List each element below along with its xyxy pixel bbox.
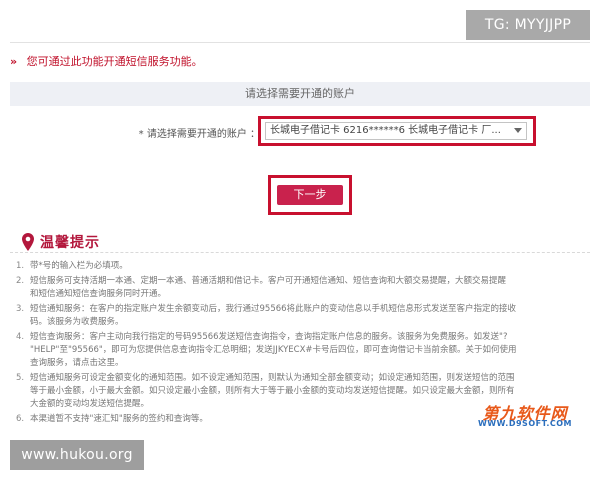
tip-text-line: 查询服务，请点击这里。 — [30, 358, 124, 368]
account-select-value: 长城电子借记卡 6216******6 长城电子借记卡 厂... — [270, 125, 501, 136]
tip-number: 6. — [16, 414, 25, 424]
site-watermark: www.hukou.org — [10, 440, 144, 470]
chevron-down-icon[interactable] — [514, 128, 522, 133]
next-step-button[interactable]: 下一步 — [277, 185, 343, 205]
account-selection-panel: 请选择需要开通的账户 * 请选择需要开通的账户 ： 长城电子借记卡 6216**… — [10, 82, 590, 157]
account-select-highlight: 长城电子借记卡 6216******6 长城电子借记卡 厂... — [258, 116, 536, 146]
tip-text-line: 和短信通知短信查询服务同时开通。 — [30, 289, 167, 299]
account-select-row: * 请选择需要开通的账户 ： 长城电子借记卡 6216******6 长城电子借… — [10, 116, 590, 146]
tips-header: 温馨提示 — [22, 232, 590, 254]
location-pin-icon — [22, 233, 34, 251]
site-logo: 第九软件网 WWW.D9SOFT.COM — [472, 400, 578, 430]
tg-watermark: TG: MYYJJPP — [466, 10, 590, 40]
tip-number: 3. — [16, 304, 25, 314]
tips-title: 温馨提示 — [40, 235, 100, 251]
service-notice: » 您可通过此功能开通短信服务功能。 — [10, 53, 203, 69]
tip-text-line: 短信通知服务：在客户的指定账户发生余额变动后，我行通过95566将此账户的变动信… — [30, 304, 517, 314]
tip-item: 1. 带*号的输入栏为必填项。 — [16, 260, 590, 273]
account-field-label: * 请选择需要开通的账户 ： — [138, 129, 260, 140]
notice-text: 您可通过此功能开通短信服务功能。 — [26, 55, 203, 68]
tip-item: 2. 短信服务可支持活期一本通、定期一本通、普通活期和借记卡。客户可开通短信通知、… — [16, 275, 590, 301]
tip-text-line: 短信通知服务可设定金额变化的通知范围。如不设定通知范围，则默认为通知全部金额变动… — [30, 373, 515, 383]
tip-text-line: 码。该服务为收费服务。 — [30, 317, 124, 327]
tip-item: 4. 短信查询服务：客户主动向我行指定的号码95566发送短信查询指令，查询指定账… — [16, 331, 590, 370]
tip-number: 4. — [16, 332, 25, 342]
tips-divider — [10, 252, 590, 253]
tip-item: 3. 短信通知服务：在客户的指定账户发生余额变动后，我行通过95566将此账户的变… — [16, 303, 590, 329]
tip-text-line: 带*号的输入栏为必填项。 — [30, 261, 128, 271]
notice-marker-icon: » — [10, 55, 18, 68]
tip-text-line: 等于最小金额，小于最大金额。如只设定最小金额，则所有大于等于最小金额的变动均发送… — [30, 386, 515, 396]
tip-number: 2. — [16, 276, 25, 286]
account-panel-header: 请选择需要开通的账户 — [10, 82, 590, 106]
tip-number: 1. — [16, 261, 25, 271]
top-divider — [10, 42, 590, 43]
tip-text-line: 短信查询服务：客户主动向我行指定的号码95566发送短信查询指令，查询指定账户信… — [30, 332, 508, 342]
tip-number: 5. — [16, 373, 25, 383]
next-button-highlight: 下一步 — [268, 175, 352, 215]
tip-text-line: "HELP"至"95566"，即可为您提供信息查询指令汇总明细；发送JJKYEC… — [30, 345, 517, 355]
logo-sub-text: WWW.D9SOFT.COM — [477, 419, 572, 428]
account-select[interactable]: 长城电子借记卡 6216******6 长城电子借记卡 厂... — [265, 122, 527, 140]
tip-text-line: 短信服务可支持活期一本通、定期一本通、普通活期和借记卡。客户可开通短信通知、短信… — [30, 276, 507, 286]
